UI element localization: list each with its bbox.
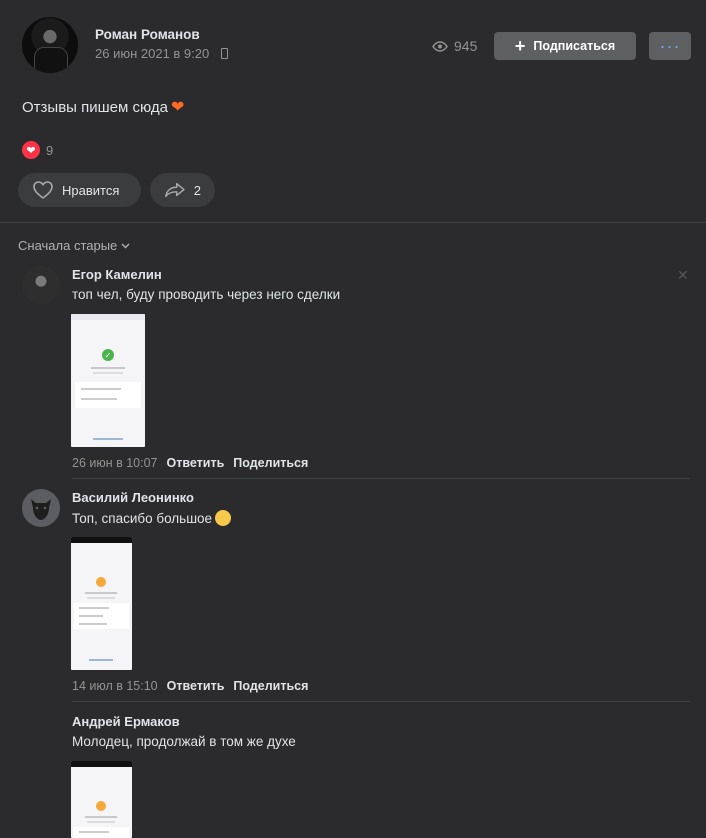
share-button[interactable]: 2 [150,173,215,207]
views-count: 945 [454,38,478,54]
post-text-content: Отзывы пишем сюда [22,99,168,116]
comment-divider [72,701,690,702]
phone-text-line [79,607,109,609]
heart-outline-icon [33,181,53,200]
sort-label: Сначала старые [18,238,118,253]
subscribe-label: Подписаться [533,39,616,53]
share-count: 2 [193,182,201,198]
phone-card [74,603,129,629]
like-label: Нравится [62,182,120,198]
comment-photo[interactable] [71,761,132,838]
heart-reaction-icon: ❤ [22,141,40,159]
post-header: Роман Романов 26 июн 2021 в 9:20 945 + П… [0,0,706,90]
post-text: Отзывы пишем сюда ❤ [22,97,184,117]
phone-status-bar [71,537,132,543]
phone-text-line [81,398,117,400]
comment-text: топ чел, буду проводить через него сделк… [72,287,341,302]
comment-meta: 14 июл в 15:10 Ответить Поделиться [72,679,308,693]
reactions-count: 9 [46,142,54,158]
dizzy-face-emoji-icon [215,510,232,526]
phone-text-line [91,367,125,369]
comment-avatar[interactable] [22,489,60,527]
check-icon: ✓ [102,349,114,361]
views-counter: 945 [432,38,477,54]
phone-text-line [79,623,107,625]
comment-text: Молодец, продолжай в том же духе [72,734,296,749]
reply-link[interactable]: Ответить [167,456,225,470]
phone-text-line [87,597,115,599]
comment-author[interactable]: Егор Камелин [72,267,162,282]
comment-text: Топ, спасибо большое [72,510,232,526]
comment-meta: 26 июн в 10:07 Ответить Поделиться [72,456,308,470]
share-link[interactable]: Поделиться [233,456,308,470]
phone-card [74,827,129,838]
phone-text-line [89,659,113,661]
comment-author[interactable]: Андрей Ермаков [72,714,180,729]
share-arrow-icon [165,182,185,198]
phone-card [75,382,141,408]
mobile-icon [221,48,228,59]
status-icon [96,577,106,587]
phone-text-line [79,615,103,617]
post-divider [0,222,706,223]
comment-photo[interactable]: ✓ [71,314,145,447]
phone-text-line [85,816,117,818]
share-link[interactable]: Поделиться [233,679,308,693]
comment-divider [72,478,690,479]
author-avatar[interactable] [22,17,78,73]
phone-text-line [93,438,123,440]
comments-sort-toggle[interactable]: Сначала старые [18,238,130,253]
reply-link[interactable]: Ответить [167,679,225,693]
dog-avatar-icon [31,499,51,520]
comment-date[interactable]: 14 июл в 15:10 [72,679,158,693]
phone-text-line [81,388,121,390]
subscribe-button[interactable]: + Подписаться [494,32,636,60]
phone-text-line [79,831,109,833]
phone-status-bar [71,314,145,320]
close-icon[interactable]: ✕ [677,267,689,284]
phone-text-line [93,372,123,374]
phone-text-line [85,592,117,594]
comment-avatar[interactable] [22,266,60,304]
plus-icon: + [514,36,526,56]
post-date[interactable]: 26 июн 2021 в 9:20 [95,46,209,61]
comment-photo[interactable] [71,537,132,670]
phone-status-bar [71,761,132,767]
comment-text-content: Топ, спасибо большое [72,511,213,526]
heart-emoji-icon: ❤ [171,99,185,116]
comment-date[interactable]: 26 июн в 10:07 [72,456,158,470]
status-icon [96,801,106,811]
more-dots-icon: ··· [659,36,681,56]
phone-text-line [87,821,115,823]
reactions-summary[interactable]: ❤ 9 [22,141,53,159]
comment-author[interactable]: Василий Леонинко [72,490,194,505]
more-button[interactable]: ··· [649,32,691,60]
like-button[interactable]: Нравится [18,173,141,207]
author-name[interactable]: Роман Романов [95,27,200,42]
eye-icon [432,40,448,52]
chevron-down-icon [121,243,130,248]
